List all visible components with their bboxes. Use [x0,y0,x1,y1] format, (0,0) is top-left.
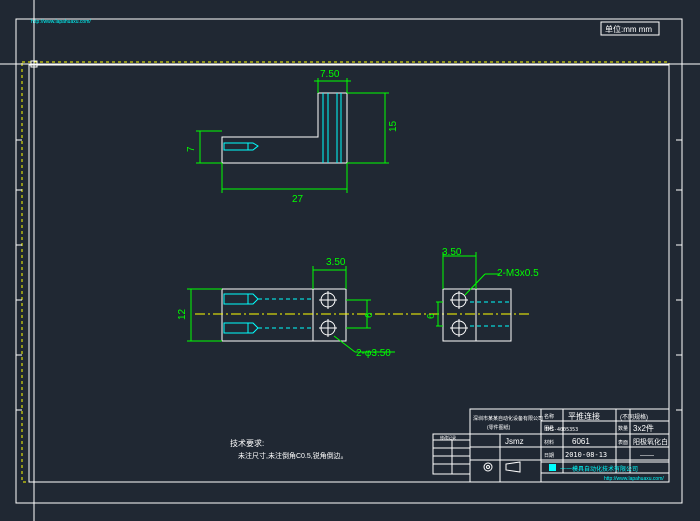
company-subtitle: (零件图纸) [487,424,511,431]
tech-notes-heading: 技术要求: [230,438,264,448]
top-dim-height-right: 15 [388,120,399,132]
drawing-number-visible: TMS-4005353 [545,427,578,433]
tech-notes-line1: 未注尺寸,未注倒角C0.5,锐角倒边。 [238,451,348,460]
part-name: 平推连接 [568,411,600,421]
material-value: 6061 [572,437,590,446]
label-finish: 表面 [618,439,628,446]
label-name: 名称 [544,413,554,420]
front-dim-height-left: 12 [177,308,188,320]
side-dim-spacing: 3.50 [442,247,462,258]
cad-drawing-canvas[interactable]: http://www.lapahuaxu.com/ http://www.lap… [0,0,700,521]
top-dim-height-left: 7 [186,146,197,152]
top-dim-length: 27 [292,194,304,205]
logo-icon [549,464,556,471]
revision-table-title: 修改记录 [440,434,456,440]
front-dim-spacing: 3.50 [326,257,346,268]
label-date: 日期 [544,453,554,459]
designer-name: Jsmz [505,437,524,446]
dash-value: —— [640,452,654,459]
units-label: 单位:mm mm [605,24,652,34]
bottom-url-text[interactable]: http://www.lapahuaxu.com/ [604,476,664,482]
top-url-text[interactable]: http://www.lapahuaxu.com/ [31,19,91,25]
date-value: 2010-08-13 [565,451,607,459]
front-hole-callout: 2-φ3.50 [356,348,391,359]
front-dim-height-right: 6 [364,312,375,318]
top-dim-width: 7.50 [320,69,340,80]
canvas-background [0,0,700,521]
label-material: 材料 [544,439,554,446]
label-qty: 数量 [618,425,628,432]
footer-note: 一一模具自动化技术有限公司 [560,465,638,473]
finish-value: 阳极氧化白 [633,437,668,446]
part-extra: (不同规格) [620,413,648,421]
side-dim-height: 6 [426,313,437,319]
quantity: 3x2件 [633,423,654,433]
company-name: 深圳市某某自动化设备有限公司 [473,415,543,422]
side-thread-callout: 2-M3x0.5 [497,268,539,279]
